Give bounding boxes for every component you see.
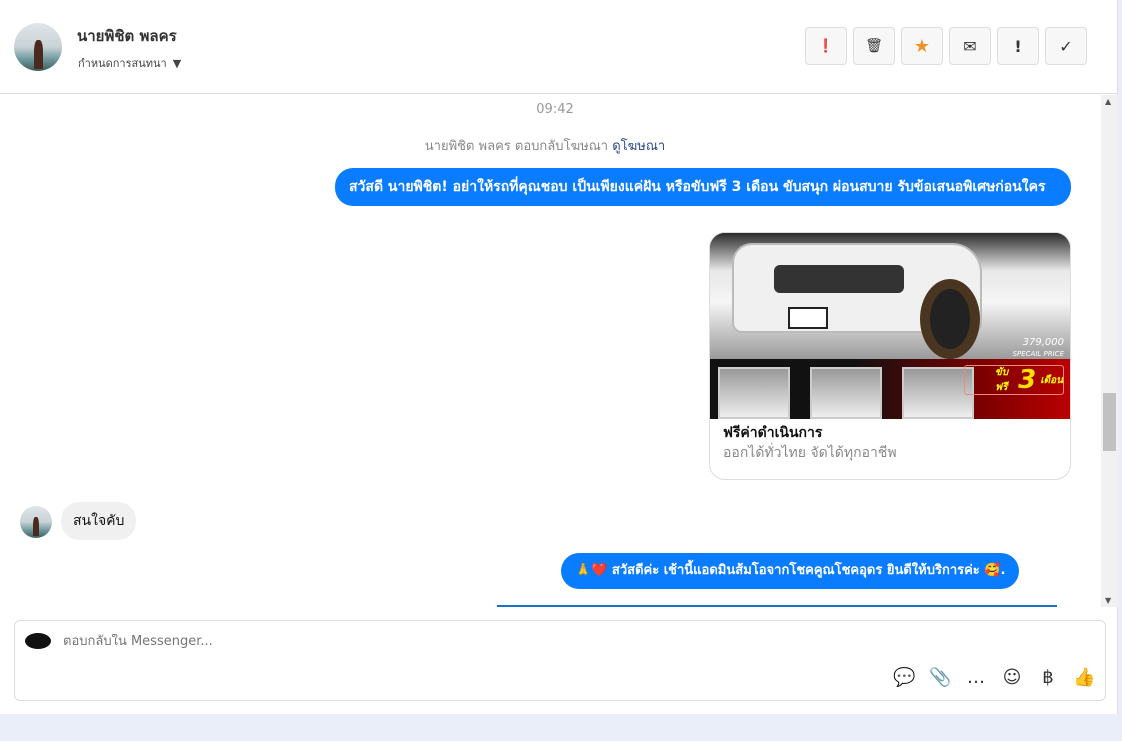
image-price-label: SPECAIL PRICE xyxy=(1012,350,1064,358)
envelope-icon: ✉ xyxy=(963,36,977,56)
exclamation-icon: ! xyxy=(1014,36,1022,56)
outgoing-message: 🙏❤️ สวัสดีค่ะ เช้านี้แอดมินส้มโอจากโชคคู… xyxy=(561,553,1020,589)
baht-icon[interactable]: ฿ xyxy=(1037,667,1059,688)
alert-circle-icon: ❗ xyxy=(817,38,835,54)
mark-unread-button[interactable]: ✉ xyxy=(949,27,991,65)
spam-button[interactable]: ❗ xyxy=(805,27,847,65)
contact-name: นายพิชิต พลคร xyxy=(77,27,177,45)
chat-scrollbar[interactable]: ▲ ▼ xyxy=(1101,95,1118,607)
partial-message xyxy=(497,605,1057,607)
image-price-value: 379,000 xyxy=(1022,337,1064,348)
emoji-icon[interactable]: ☺ xyxy=(1001,667,1023,688)
quick-reply-icon[interactable]: … xyxy=(965,667,987,688)
image-strip: ขับฟรี 3 เดือน xyxy=(710,359,1070,419)
ad-reply-text: นายพิชิต พลคร ตอบกลับโฆษณา xyxy=(424,139,609,154)
trash-icon: 🗑 xyxy=(865,38,883,54)
assign-label: กำหนดการสนทนา xyxy=(78,57,167,70)
car-wheel xyxy=(920,279,980,359)
done-button[interactable]: ✓ xyxy=(1045,27,1087,65)
caret-down-icon: ▼ xyxy=(172,56,182,70)
image-promo: ขับฟรี 3 เดือน xyxy=(964,365,1064,395)
ad-image: 379,000 SPECAIL PRICE ขับฟรี 3 เดือน xyxy=(710,233,1070,419)
ad-card-subtitle: ออกได้ทั่วไทย จัดได้ทุกอาชีพ xyxy=(723,445,897,461)
outgoing-message: สวัสดี นายพิชิต! อย่าให้รถที่คุณชอบ เป็น… xyxy=(335,168,1071,206)
conversation-header: นายพิชิต พลคร กำหนดการสนทนา ▼ ❗ 🗑 ★ ✉ ! ✓ xyxy=(0,0,1118,94)
image-price: 379,000 SPECAIL PRICE xyxy=(1013,337,1064,360)
star-icon: ★ xyxy=(913,35,931,57)
scroll-down-icon[interactable]: ▼ xyxy=(1105,596,1111,605)
view-ad-link[interactable]: ดูโฆษณา xyxy=(612,139,665,154)
car-plate xyxy=(788,307,828,329)
scrollbar-thumb[interactable] xyxy=(1103,393,1116,451)
promo-number: 3 xyxy=(1018,365,1037,395)
reply-composer: 💬 📎 … ☺ ฿ 👍 xyxy=(14,620,1106,701)
promo-unit: เดือน xyxy=(1040,374,1063,386)
delete-button[interactable]: 🗑 xyxy=(853,27,895,65)
page-logo xyxy=(25,633,51,649)
reply-input[interactable] xyxy=(63,634,863,649)
contact-avatar[interactable] xyxy=(14,23,62,71)
image-tile xyxy=(810,367,882,419)
assign-conversation-dropdown[interactable]: กำหนดการสนทนา ▼ xyxy=(78,54,181,72)
thumbs-up-icon[interactable]: 👍 xyxy=(1073,667,1095,688)
ad-reply-notice: นายพิชิต พลคร ตอบกลับโฆษณา ดูโฆษณา xyxy=(0,135,1090,156)
conversation-panel: นายพิชิต พลคร กำหนดการสนทนา ▼ ❗ 🗑 ★ ✉ ! ✓… xyxy=(0,0,1118,714)
sender-avatar xyxy=(20,506,52,538)
image-tile xyxy=(718,367,790,419)
star-button[interactable]: ★ xyxy=(901,27,943,65)
check-icon: ✓ xyxy=(1059,36,1073,56)
paperclip-icon[interactable]: 📎 xyxy=(929,667,951,688)
conversation-actions: ❗ 🗑 ★ ✉ ! ✓ xyxy=(805,27,1087,65)
ad-card[interactable]: 379,000 SPECAIL PRICE ขับฟรี 3 เดือน ฟรีค่า… xyxy=(709,232,1071,480)
incoming-message: สนใจคับ xyxy=(61,502,137,540)
car-grill xyxy=(774,265,904,293)
ad-card-title: ฟรีค่าดำเนินการ xyxy=(723,425,823,441)
message-thread: 09:42 นายพิชิต พลคร ตอบกลับโฆษณา ดูโฆษณา… xyxy=(0,95,1100,607)
scroll-up-icon[interactable]: ▲ xyxy=(1105,97,1111,106)
important-button[interactable]: ! xyxy=(997,27,1039,65)
promo-text: ขับฟรี xyxy=(995,367,1009,393)
timestamp: 09:42 xyxy=(536,102,574,117)
saved-reply-icon[interactable]: 💬 xyxy=(893,667,915,688)
composer-tools: 💬 📎 … ☺ ฿ 👍 xyxy=(893,667,1095,688)
